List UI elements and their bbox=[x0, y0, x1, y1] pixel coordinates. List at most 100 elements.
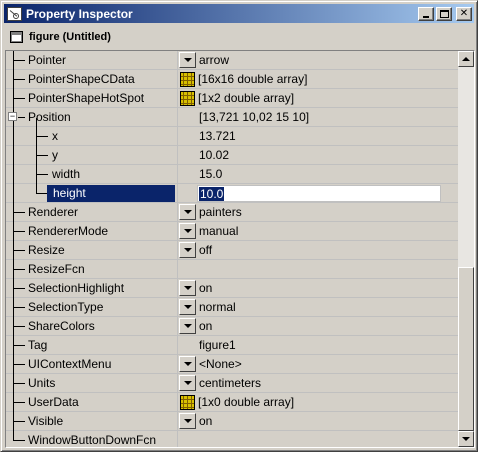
property-name: x bbox=[52, 129, 58, 143]
title-bar[interactable]: Property Inspector ✕ bbox=[4, 4, 474, 23]
property-name-cell[interactable]: UIContextMenu bbox=[6, 355, 178, 374]
property-value-cell[interactable]: [16x16 double array] bbox=[178, 70, 458, 88]
property-value-cell[interactable]: 10.0 bbox=[178, 184, 458, 202]
property-value-cell[interactable]: on bbox=[178, 317, 458, 335]
value-edit-text[interactable]: 10.0 bbox=[199, 187, 225, 201]
minimize-button[interactable] bbox=[418, 6, 434, 21]
dropdown-arrow-icon[interactable] bbox=[179, 318, 196, 334]
property-row-resizefcn[interactable]: ResizeFcn bbox=[6, 260, 458, 279]
dropdown-arrow-icon[interactable] bbox=[179, 223, 196, 239]
property-name: Tag bbox=[28, 338, 48, 352]
dropdown-arrow-icon[interactable] bbox=[179, 52, 196, 68]
property-row-windowbuttondownfcn[interactable]: WindowButtonDownFcn bbox=[6, 431, 458, 447]
property-value-cell[interactable]: manual bbox=[178, 222, 458, 240]
property-row-tag[interactable]: Tag figure1 bbox=[6, 336, 458, 355]
property-value-cell[interactable]: off bbox=[178, 241, 458, 259]
property-name-cell[interactable]: − Position bbox=[6, 108, 178, 127]
property-name-cell[interactable]: SelectionType bbox=[6, 298, 178, 317]
property-row-sharecolors[interactable]: ShareColors on bbox=[6, 317, 458, 336]
tree-line bbox=[36, 174, 48, 175]
property-value: normal bbox=[199, 300, 236, 314]
collapse-icon[interactable]: − bbox=[8, 112, 17, 121]
property-value-cell[interactable]: <None> bbox=[178, 355, 458, 373]
scroll-down-button[interactable] bbox=[458, 431, 474, 447]
property-name-cell[interactable]: RendererMode bbox=[6, 222, 178, 241]
property-name-cell[interactable]: WindowButtonDownFcn bbox=[6, 431, 178, 447]
array-editor-icon[interactable] bbox=[180, 394, 195, 410]
property-name-cell[interactable]: Resize bbox=[6, 241, 178, 260]
property-name-cell[interactable]: ResizeFcn bbox=[6, 260, 178, 279]
property-row-pointer[interactable]: Pointer arrow bbox=[6, 51, 458, 70]
property-name-cell[interactable]: height bbox=[6, 184, 178, 203]
property-row-resize[interactable]: Resize off bbox=[6, 241, 458, 260]
property-value-cell[interactable]: 15.0 bbox=[178, 165, 458, 183]
property-value-cell[interactable]: normal bbox=[178, 298, 458, 316]
property-name-cell[interactable]: Visible bbox=[6, 412, 178, 431]
property-row-x[interactable]: x 13.721 bbox=[6, 127, 458, 146]
value-edit-field[interactable]: 10.0 bbox=[197, 185, 441, 202]
property-value-cell[interactable]: centimeters bbox=[178, 374, 458, 392]
property-row-pointershapecdata[interactable]: PointerShapeCData [16x16 double array] bbox=[6, 70, 458, 89]
property-value-cell[interactable]: [1x2 double array] bbox=[178, 89, 458, 107]
property-name-cell[interactable]: UserData bbox=[6, 393, 178, 412]
property-row-position[interactable]: − Position [13,721 10,02 15 10] bbox=[6, 108, 458, 127]
property-value-cell[interactable]: [1x0 double array] bbox=[178, 393, 458, 411]
tree-line bbox=[13, 307, 25, 308]
property-name-cell[interactable]: ShareColors bbox=[6, 317, 178, 336]
property-value-cell[interactable]: painters bbox=[178, 203, 458, 221]
property-value-cell[interactable]: on bbox=[178, 279, 458, 297]
property-name-cell[interactable]: PointerShapeCData bbox=[6, 70, 178, 89]
tree-line bbox=[18, 117, 25, 118]
property-name-cell[interactable]: Units bbox=[6, 374, 178, 393]
property-name: y bbox=[52, 148, 58, 162]
property-row-renderer[interactable]: Renderer painters bbox=[6, 203, 458, 222]
tree-line bbox=[13, 165, 14, 184]
property-value-cell[interactable]: 10.02 bbox=[178, 146, 458, 164]
property-value-cell[interactable]: 13.721 bbox=[178, 127, 458, 145]
property-name-cell[interactable]: Tag bbox=[6, 336, 178, 355]
property-row-renderermode[interactable]: RendererMode manual bbox=[6, 222, 458, 241]
property-name-cell[interactable]: width bbox=[6, 165, 178, 184]
dropdown-arrow-icon[interactable] bbox=[179, 299, 196, 315]
property-value-cell[interactable] bbox=[178, 431, 458, 447]
property-name-cell[interactable]: y bbox=[6, 146, 178, 165]
property-name-cell[interactable]: SelectionHighlight bbox=[6, 279, 178, 298]
property-value-cell[interactable]: [13,721 10,02 15 10] bbox=[178, 108, 458, 126]
property-name-cell[interactable]: PointerShapeHotSpot bbox=[6, 89, 178, 108]
property-value-cell[interactable]: arrow bbox=[178, 51, 458, 69]
tree-line bbox=[13, 146, 14, 165]
property-row-userdata[interactable]: UserData [1x0 double array] bbox=[6, 393, 458, 412]
property-value-cell[interactable] bbox=[178, 260, 458, 278]
property-name-cell[interactable]: x bbox=[6, 127, 178, 146]
tree-line bbox=[13, 212, 25, 213]
property-row-height[interactable]: height 10.0 bbox=[6, 184, 458, 203]
property-row-visible[interactable]: Visible on bbox=[6, 412, 458, 431]
property-row-units[interactable]: Units centimeters bbox=[6, 374, 458, 393]
scroll-thumb[interactable] bbox=[458, 267, 474, 431]
property-row-selectiontype[interactable]: SelectionType normal bbox=[6, 298, 458, 317]
property-row-y[interactable]: y 10.02 bbox=[6, 146, 458, 165]
dropdown-arrow-icon[interactable] bbox=[179, 242, 196, 258]
property-row-width[interactable]: width 15.0 bbox=[6, 165, 458, 184]
vertical-scrollbar[interactable] bbox=[458, 51, 474, 447]
window-title: Property Inspector bbox=[26, 6, 133, 21]
maximize-button[interactable] bbox=[436, 6, 452, 21]
selected-property-name[interactable]: height bbox=[47, 185, 175, 202]
property-value-cell[interactable]: figure1 bbox=[178, 336, 458, 354]
scroll-up-button[interactable] bbox=[458, 51, 474, 67]
property-name-cell[interactable]: Renderer bbox=[6, 203, 178, 222]
close-button[interactable]: ✕ bbox=[456, 6, 472, 21]
property-row-selectionhighlight[interactable]: SelectionHighlight on bbox=[6, 279, 458, 298]
array-editor-icon[interactable] bbox=[180, 90, 195, 106]
property-value-cell[interactable]: on bbox=[178, 412, 458, 430]
dropdown-arrow-icon[interactable] bbox=[179, 356, 196, 372]
dropdown-arrow-icon[interactable] bbox=[179, 280, 196, 296]
property-name-cell[interactable]: Pointer bbox=[6, 51, 178, 70]
dropdown-arrow-icon[interactable] bbox=[179, 413, 196, 429]
property-row-uicontextmenu[interactable]: UIContextMenu <None> bbox=[6, 355, 458, 374]
tree-line bbox=[13, 269, 25, 270]
property-row-pointershapehotspot[interactable]: PointerShapeHotSpot [1x2 double array] bbox=[6, 89, 458, 108]
array-editor-icon[interactable] bbox=[180, 71, 195, 87]
dropdown-arrow-icon[interactable] bbox=[179, 204, 196, 220]
dropdown-arrow-icon[interactable] bbox=[179, 375, 196, 391]
